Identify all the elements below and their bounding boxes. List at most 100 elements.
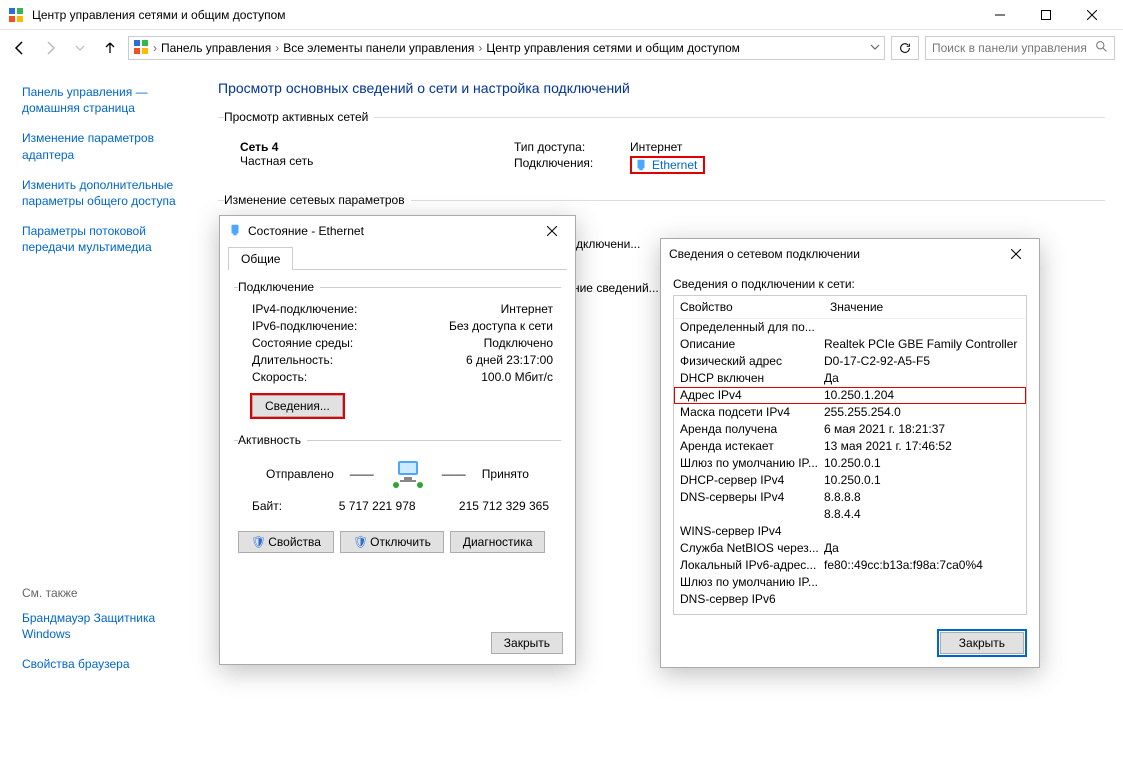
value-cell: fe80::49cc:b13a:f98a:7ca0%4 [824,557,1020,574]
sidebar-link[interactable]: Изменить дополнительные параметры общего… [22,177,194,209]
access-type-label: Тип доступа: [514,140,630,154]
breadcrumb-item[interactable]: Панель управления [161,41,271,55]
maximize-button[interactable] [1023,0,1069,30]
details-row[interactable]: Маска подсети IPv4255.255.254.0 [674,404,1026,421]
details-row[interactable]: Шлюз по умолчанию IP... [674,574,1026,591]
details-row[interactable]: DHCP-сервер IPv410.250.0.1 [674,472,1026,489]
ethernet-link[interactable]: Ethernet [630,156,705,174]
property-cell: Шлюз по умолчанию IP... [680,455,824,472]
sidebar-see-also-link[interactable]: Брандмауэр Защитника Windows [22,610,194,642]
breadcrumb-item[interactable]: Все элементы панели управления [283,41,474,55]
search-icon [1095,40,1108,56]
shield-icon: 🛡 [353,535,368,549]
property-cell: Шлюз по умолчанию IP... [680,574,824,591]
address-bar[interactable]: › Панель управления › Все элементы панел… [128,36,885,60]
value-cell: D0-17-C2-92-A5-F5 [824,353,1020,370]
activity-icon [390,459,426,489]
col-value[interactable]: Значение [824,296,1026,318]
status-close-button[interactable]: Закрыть [491,632,563,654]
activity-group: Активность Отправлено —— —— Принято [234,433,561,517]
sidebar-link[interactable]: Изменение параметров адаптера [22,130,194,162]
ipv4-conn-value: Интернет [501,302,553,316]
property-cell: Физический адрес [680,353,824,370]
details-row[interactable]: DNS-сервер IPv6 [674,591,1026,608]
value-cell: 6 мая 2021 г. 18:21:37 [824,421,1020,438]
property-cell: Служба NetBIOS через... [680,540,824,557]
minimize-button[interactable] [977,0,1023,30]
bytes-recv: 215 712 329 365 [429,499,549,513]
property-cell [680,506,824,523]
forward-button[interactable] [38,36,62,60]
address-dropdown-icon[interactable] [870,41,880,55]
property-cell: DHCP-сервер IPv4 [680,472,824,489]
tab-general[interactable]: Общие [228,247,293,270]
up-button[interactable] [98,36,122,60]
details-row[interactable]: Аренда получена6 мая 2021 г. 18:21:37 [674,421,1026,438]
details-close-icon[interactable] [1001,239,1031,269]
app-icon [8,7,24,23]
media-state-label: Состояние среды: [252,336,353,350]
close-button[interactable] [1069,0,1115,30]
network-type: Частная сеть [240,154,514,168]
refresh-button[interactable] [891,36,919,60]
properties-button[interactable]: 🛡Свойства [238,531,334,553]
speed-value: 100.0 Мбит/с [481,370,553,384]
page-title: Просмотр основных сведений о сети и наст… [218,80,1105,96]
back-button[interactable] [8,36,32,60]
details-row[interactable]: DNS-серверы IPv48.8.8.8 [674,489,1026,506]
details-row[interactable]: ОписаниеRealtek PCIe GBE Family Controll… [674,336,1026,353]
details-row[interactable]: Аренда истекает13 мая 2021 г. 17:46:52 [674,438,1026,455]
details-row[interactable]: 8.8.4.4 [674,506,1026,523]
connections-label: Подключения: [514,156,630,175]
details-row[interactable]: WINS-сервер IPv4 [674,523,1026,540]
value-cell [824,574,1020,591]
property-cell: Описание [680,336,824,353]
details-row[interactable]: Шлюз по умолчанию IP...10.250.0.1 [674,455,1026,472]
address-icon [133,39,149,58]
value-cell [824,591,1020,608]
details-dialog-title: Сведения о сетевом подключении [669,247,1001,261]
connection-group: Подключение IPv4-подключение:Интернет IP… [234,280,561,423]
details-row[interactable]: Определенный для по... [674,319,1026,336]
details-button[interactable]: Сведения... [252,395,343,417]
diagnose-button[interactable]: Диагностика [450,531,546,553]
disable-button[interactable]: 🛡Отключить [340,531,444,553]
details-row[interactable]: Служба NetBIOS через...Да [674,540,1026,557]
sidebar-see-also-link[interactable]: Свойства браузера [22,656,194,672]
ethernet-link-label: Ethernet [652,158,697,172]
value-cell [824,523,1020,540]
connection-legend: Подключение [238,280,320,294]
property-cell: DHCP включен [680,370,824,387]
recent-dropdown[interactable] [68,36,92,60]
search-input[interactable]: Поиск в панели управления [925,36,1115,60]
value-cell: Realtek PCIe GBE Family Controller [824,336,1020,353]
details-close-button[interactable]: Закрыть [940,632,1024,654]
details-row[interactable]: DHCP включенДа [674,370,1026,387]
sidebar: Панель управления — домашняя страница Из… [0,66,210,777]
value-cell: Да [824,540,1020,557]
status-dialog: Состояние - Ethernet Общие Подключение I… [219,215,576,665]
search-placeholder: Поиск в панели управления [932,41,1087,55]
sidebar-home-link[interactable]: Панель управления — домашняя страница [22,84,194,116]
duration-value: 6 дней 23:17:00 [466,353,553,367]
ipv6-conn-label: IPv6-подключение: [252,319,357,333]
value-cell: 8.8.8.8 [824,489,1020,506]
details-row[interactable]: Локальный IPv6-адрес...fe80::49cc:b13a:f… [674,557,1026,574]
details-row[interactable]: Адрес IPv410.250.1.204 [674,387,1026,404]
property-cell: DNS-сервер IPv6 [680,591,824,608]
value-cell: 10.250.0.1 [824,455,1020,472]
breadcrumb-item[interactable]: Центр управления сетями и общим доступом [486,41,740,55]
change-settings-legend: Изменение сетевых параметров [224,193,411,207]
network-name: Сеть 4 [240,140,514,154]
speed-label: Скорость: [252,370,307,384]
value-cell: 10.250.0.1 [824,472,1020,489]
window-title: Центр управления сетями и общим доступом [32,8,977,22]
property-cell: WINS-сервер IPv4 [680,523,824,540]
sidebar-link[interactable]: Параметры потоковой передачи мультимедиа [22,223,194,255]
ethernet-icon [634,158,648,172]
see-also-heading: См. также [22,586,194,600]
details-row[interactable]: Физический адресD0-17-C2-92-A5-F5 [674,353,1026,370]
active-networks-legend: Просмотр активных сетей [224,110,374,124]
status-close-icon[interactable] [537,216,567,246]
col-property[interactable]: Свойство [674,296,824,318]
